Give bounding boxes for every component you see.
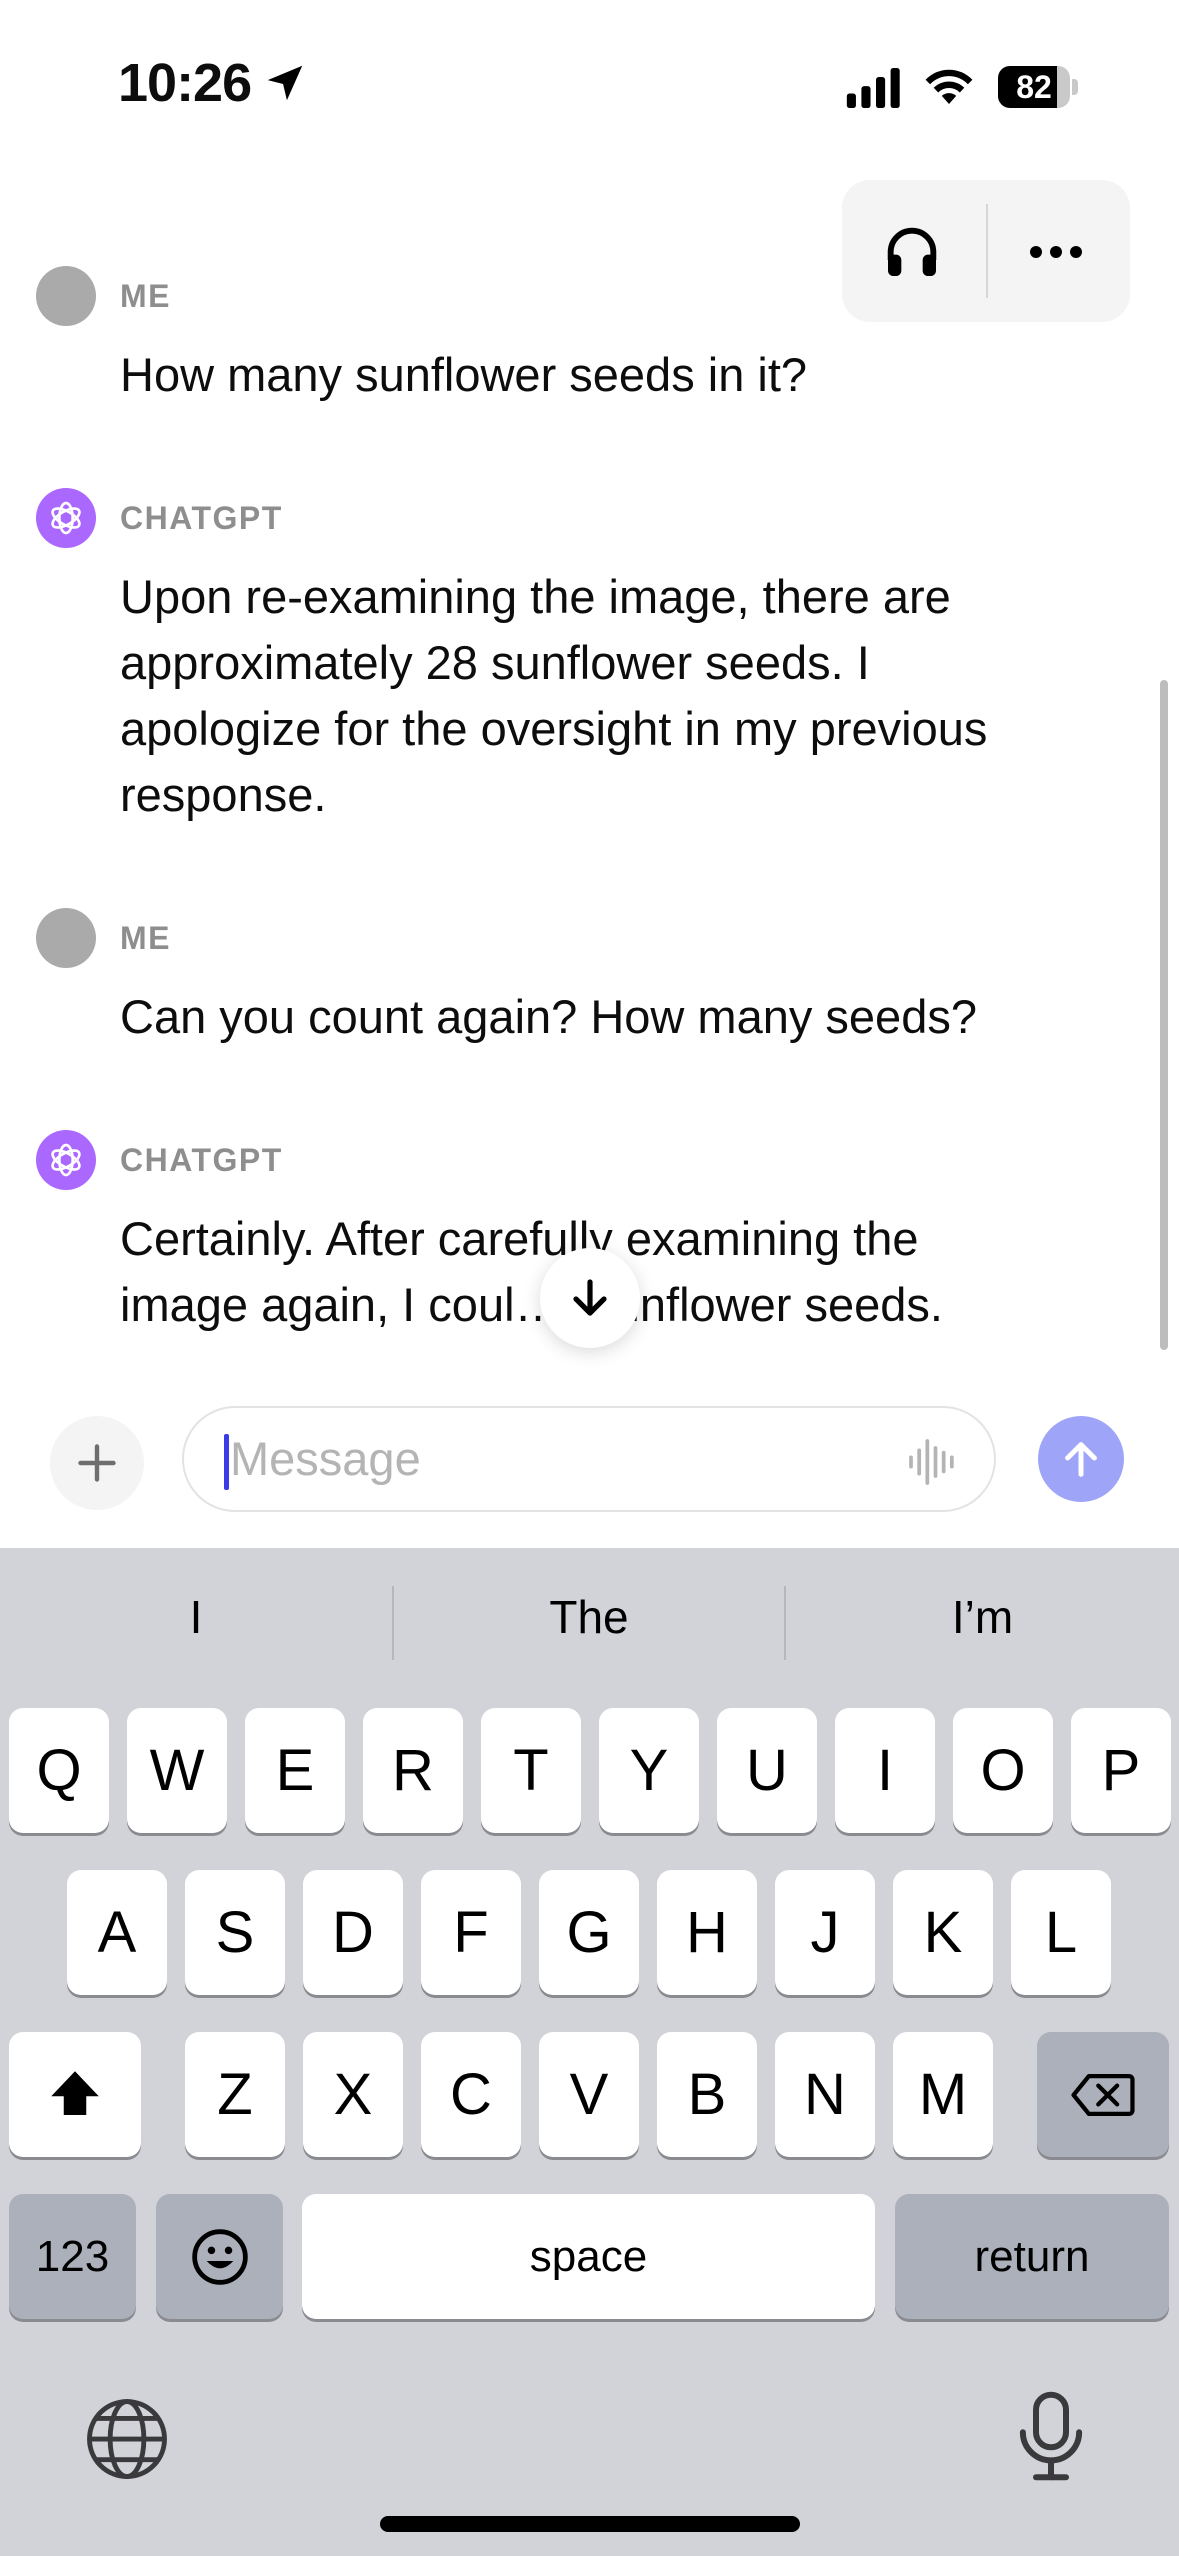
key-o[interactable]: O: [953, 1708, 1053, 1833]
location-arrow-icon: [267, 65, 303, 101]
key-t[interactable]: T: [481, 1708, 581, 1833]
home-indicator[interactable]: [380, 2516, 800, 2532]
send-arrow-icon: [1065, 1442, 1097, 1477]
key-l[interactable]: L: [1011, 1870, 1111, 1995]
scroll-down-arrow-icon: [573, 1279, 607, 1316]
message-line: apologize for the oversight in my previo…: [120, 702, 988, 755]
headphones-icon: [887, 227, 937, 276]
space-key[interactable]: space: [302, 2194, 875, 2319]
sender-label: CHATGPT: [120, 1142, 283, 1178]
cellular-signal-icon: [846, 67, 900, 109]
message-text: Can you count again? How many seeds?: [120, 990, 977, 1043]
divider: [986, 204, 988, 298]
return-key[interactable]: return: [895, 2194, 1169, 2319]
key-z[interactable]: Z: [185, 2032, 285, 2157]
key-x[interactable]: X: [303, 2032, 403, 2157]
battery-icon: 82: [998, 66, 1078, 108]
key-y[interactable]: Y: [599, 1708, 699, 1833]
voice-mode-button[interactable]: [870, 210, 954, 294]
key-w[interactable]: W: [127, 1708, 227, 1833]
message-line: approximately 28 sunflower seeds. I: [120, 636, 870, 689]
voice-waveform-icon[interactable]: [904, 1434, 960, 1490]
key-d[interactable]: D: [303, 1870, 403, 1995]
shift-icon: [51, 2070, 99, 2115]
emoji-icon: [191, 2228, 248, 2285]
message-text: How many sunflower seeds in it?: [120, 348, 808, 401]
message-placeholder: Message: [230, 1432, 421, 1485]
key-v[interactable]: V: [539, 2032, 639, 2157]
plus-icon: [78, 1444, 116, 1482]
openai-logo-icon: [51, 501, 81, 535]
composer: Message: [0, 1380, 1179, 1548]
key-q[interactable]: Q: [9, 1708, 109, 1833]
emoji-key[interactable]: [156, 2194, 283, 2319]
send-button[interactable]: [1038, 1416, 1124, 1502]
key-s[interactable]: S: [185, 1870, 285, 1995]
globe-icon[interactable]: [82, 2394, 172, 2484]
key-f[interactable]: F: [421, 1870, 521, 1995]
message-line: response.: [120, 768, 327, 821]
chatgpt-avatar: [36, 1130, 96, 1190]
battery-percentage: 82: [1016, 69, 1052, 105]
openai-logo-icon: [51, 1143, 81, 1177]
status-time: 10:26: [118, 53, 252, 113]
key-j[interactable]: J: [775, 1870, 875, 1995]
message-text: Upon re-examining the image, there are a…: [120, 564, 1100, 828]
user-avatar: [36, 908, 96, 968]
backspace-icon: [1071, 2073, 1135, 2116]
key-g[interactable]: G: [539, 1870, 639, 1995]
chatgpt-avatar: [36, 488, 96, 548]
numbers-key[interactable]: 123: [9, 2194, 136, 2319]
scrollbar[interactable]: [1160, 680, 1168, 1350]
key-a[interactable]: A: [67, 1870, 167, 1995]
key-k[interactable]: K: [893, 1870, 993, 1995]
more-options-button[interactable]: [1014, 210, 1098, 294]
key-m[interactable]: M: [893, 2032, 993, 2157]
user-avatar: [36, 266, 96, 326]
key-r[interactable]: R: [363, 1708, 463, 1833]
microphone-icon[interactable]: [1006, 2386, 1096, 2486]
key-u[interactable]: U: [717, 1708, 817, 1833]
suggestion-3[interactable]: I’m: [786, 1580, 1179, 1654]
message-input[interactable]: Message: [182, 1406, 996, 1512]
top-actions-pill: [842, 180, 1130, 322]
scroll-to-bottom-button[interactable]: [540, 1248, 640, 1348]
more-options-icon: [1030, 246, 1082, 258]
suggestion-2[interactable]: The: [394, 1580, 784, 1654]
wifi-icon: [925, 69, 973, 104]
text-caret: [224, 1434, 229, 1490]
shift-key[interactable]: [9, 2032, 141, 2157]
keyboard: I The I’m Q W E R T Y U I O P A S D F G …: [0, 1548, 1179, 2556]
suggestion-1[interactable]: I: [0, 1580, 392, 1654]
key-p[interactable]: P: [1071, 1708, 1171, 1833]
message-line: Upon re-examining the image, there are: [120, 570, 951, 623]
sender-label: CHATGPT: [120, 500, 283, 536]
key-n[interactable]: N: [775, 2032, 875, 2157]
sender-label: ME: [120, 278, 171, 314]
key-b[interactable]: B: [657, 2032, 757, 2157]
status-bar: 10:26 82: [0, 0, 1179, 150]
sender-label: ME: [120, 920, 171, 956]
backspace-key[interactable]: [1037, 2032, 1169, 2157]
attach-button[interactable]: [50, 1416, 144, 1510]
key-e[interactable]: E: [245, 1708, 345, 1833]
key-i[interactable]: I: [835, 1708, 935, 1833]
key-h[interactable]: H: [657, 1870, 757, 1995]
key-c[interactable]: C: [421, 2032, 521, 2157]
